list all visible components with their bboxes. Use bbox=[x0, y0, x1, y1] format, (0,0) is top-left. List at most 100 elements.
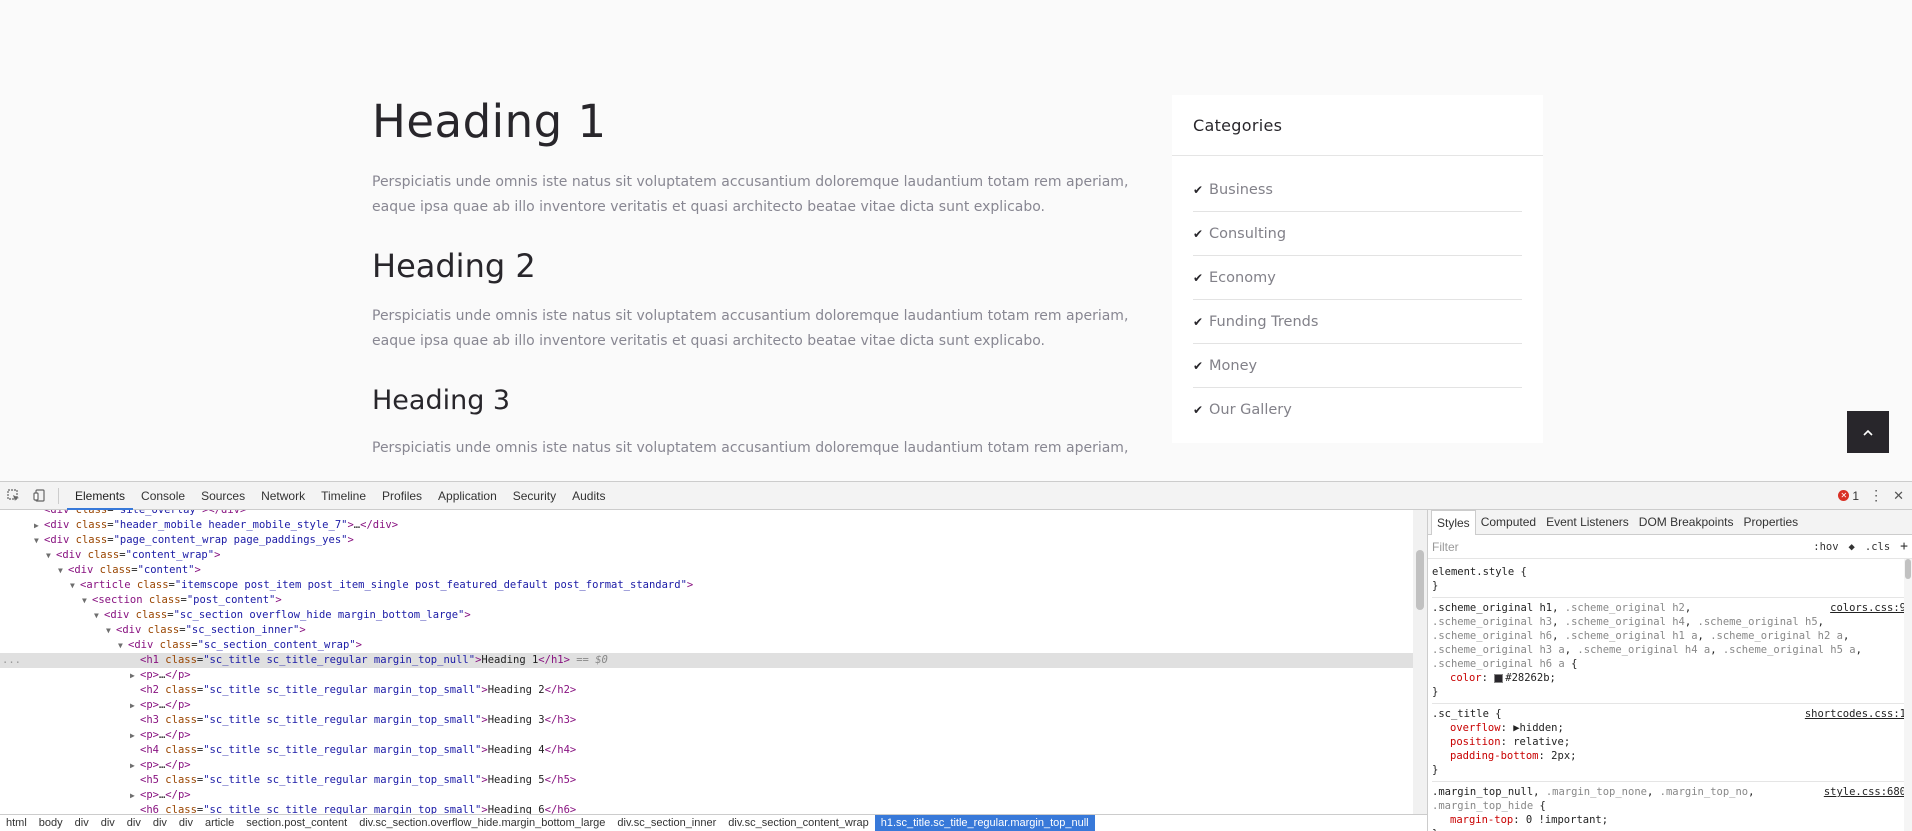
rule-source-link[interactable]: shortcodes.css:1 bbox=[1805, 707, 1906, 721]
breadcrumb-item[interactable]: div.sc_section_content_wrap bbox=[722, 815, 874, 831]
property-value[interactable]: 0 !important bbox=[1526, 814, 1602, 826]
breadcrumb-item[interactable]: h1.sc_title.sc_title_regular.margin_top_… bbox=[874, 815, 1095, 831]
add-rule-icon[interactable]: + bbox=[1900, 539, 1908, 554]
color-swatch[interactable] bbox=[1494, 673, 1504, 683]
scrollbar-thumb[interactable] bbox=[1416, 550, 1424, 610]
expanded-triangle-icon[interactable]: ▼ bbox=[106, 623, 116, 638]
close-devtools-icon[interactable]: ✕ bbox=[1893, 488, 1904, 504]
breadcrumb-item[interactable]: div bbox=[95, 815, 121, 831]
dom-node[interactable]: ▶ <p>…</p> bbox=[0, 788, 1413, 803]
expanded-triangle-icon[interactable]: ▼ bbox=[46, 548, 56, 563]
tab-timeline[interactable]: Timeline bbox=[313, 482, 374, 510]
hover-state-toggle[interactable]: :hov bbox=[1813, 541, 1838, 553]
pane-tab-styles[interactable]: Styles bbox=[1431, 510, 1476, 535]
breadcrumb-item[interactable]: article bbox=[199, 815, 240, 831]
expanded-triangle-icon[interactable]: ▼ bbox=[70, 578, 80, 593]
property-value[interactable]: ▶hidden bbox=[1513, 722, 1557, 734]
property-value[interactable]: #28262b bbox=[1505, 672, 1549, 684]
tab-security[interactable]: Security bbox=[505, 482, 564, 510]
category-item[interactable]: ✔ Funding Trends bbox=[1193, 300, 1522, 344]
collapsed-triangle-icon[interactable]: ▶ bbox=[34, 518, 44, 533]
dom-node[interactable]: ▼ <div class="sc_section_inner"> bbox=[0, 623, 1413, 638]
collapsed-triangle-icon[interactable]: ▶ bbox=[130, 758, 140, 773]
scroll-to-top-button[interactable] bbox=[1847, 411, 1889, 453]
scrollbar-thumb[interactable] bbox=[1905, 559, 1911, 579]
property-name[interactable]: overflow bbox=[1450, 722, 1501, 734]
more-options-icon[interactable]: ⋮ bbox=[1869, 487, 1883, 504]
category-link[interactable]: Economy bbox=[1209, 270, 1276, 286]
collapsed-triangle-icon[interactable]: ▶ bbox=[130, 728, 140, 743]
dom-node[interactable]: ... <h1 class="sc_title sc_title_regular … bbox=[0, 653, 1413, 668]
breadcrumb-item[interactable]: html bbox=[0, 815, 33, 831]
tab-elements[interactable]: Elements bbox=[67, 482, 134, 510]
inspect-element-icon[interactable] bbox=[0, 482, 26, 510]
dom-node[interactable]: ▼ <div class="content"> bbox=[0, 563, 1413, 578]
tab-sources[interactable]: Sources bbox=[193, 482, 253, 510]
pane-tab-event-listeners[interactable]: Event Listeners bbox=[1541, 510, 1634, 535]
tab-audits[interactable]: Audits bbox=[564, 482, 613, 510]
dom-node[interactable]: ▼ <div class="page_content_wrap page_padd… bbox=[0, 533, 1413, 548]
dom-node[interactable]: ▶ <p>…</p> bbox=[0, 728, 1413, 743]
category-link[interactable]: Our Gallery bbox=[1209, 402, 1292, 418]
dom-node[interactable]: ▼ <div class="content_wrap"> bbox=[0, 548, 1413, 563]
breadcrumb-item[interactable]: div bbox=[69, 815, 95, 831]
device-toolbar-icon[interactable] bbox=[26, 482, 52, 510]
category-link[interactable]: Money bbox=[1209, 358, 1257, 374]
pane-tab-properties[interactable]: Properties bbox=[1738, 510, 1803, 535]
property-value[interactable]: 2px bbox=[1551, 750, 1570, 762]
property-name[interactable]: color bbox=[1450, 672, 1482, 684]
error-counter[interactable]: ✕ 1 bbox=[1838, 489, 1859, 503]
breadcrumb-item[interactable]: div.sc_section.overflow_hide.margin_bott… bbox=[353, 815, 611, 831]
expanded-triangle-icon[interactable]: ▼ bbox=[118, 638, 128, 653]
css-property[interactable]: padding-bottom: 2px; bbox=[1432, 749, 1908, 763]
rule-source-link[interactable]: colors.css:9 bbox=[1830, 601, 1906, 615]
dom-node[interactable]: <h3 class="sc_title sc_title_regular mar… bbox=[0, 713, 1413, 728]
rendering-icon[interactable]: ◆ bbox=[1849, 541, 1855, 553]
breadcrumb-item[interactable]: div bbox=[173, 815, 199, 831]
dom-node[interactable]: <h4 class="sc_title sc_title_regular mar… bbox=[0, 743, 1413, 758]
breadcrumb-item[interactable]: div.sc_section_inner bbox=[611, 815, 722, 831]
styles-filter-input[interactable]: Filter bbox=[1432, 540, 1803, 554]
dom-node[interactable]: ▼ <article class="itemscope post_item pos… bbox=[0, 578, 1413, 593]
dom-node[interactable]: ▶ <p>…</p> bbox=[0, 758, 1413, 773]
rule-source-link[interactable]: style.css:680 bbox=[1824, 785, 1906, 799]
css-property[interactable]: overflow: ▶hidden; bbox=[1432, 721, 1908, 735]
dom-tree-scrollbar[interactable] bbox=[1413, 510, 1427, 831]
category-item[interactable]: ✔ Money bbox=[1193, 344, 1522, 388]
tab-network[interactable]: Network bbox=[253, 482, 313, 510]
category-link[interactable]: Consulting bbox=[1209, 226, 1286, 242]
tab-console[interactable]: Console bbox=[133, 482, 193, 510]
category-item[interactable]: ✔ Consulting bbox=[1193, 212, 1522, 256]
category-link[interactable]: Funding Trends bbox=[1209, 314, 1318, 330]
collapsed-triangle-icon[interactable]: ▶ bbox=[130, 788, 140, 803]
class-toggle[interactable]: .cls bbox=[1865, 541, 1890, 553]
dom-node[interactable]: ▼ <div class="sc_section overflow_hide ma… bbox=[0, 608, 1413, 623]
category-link[interactable]: Business bbox=[1209, 182, 1273, 198]
tab-application[interactable]: Application bbox=[430, 482, 505, 510]
collapsed-triangle-icon[interactable]: ▶ bbox=[130, 698, 140, 713]
dom-node[interactable]: <h5 class="sc_title sc_title_regular mar… bbox=[0, 773, 1413, 788]
rule-selector[interactable]: element.style { bbox=[1432, 565, 1908, 579]
property-name[interactable]: position bbox=[1450, 736, 1501, 748]
dom-node[interactable]: <h2 class="sc_title sc_title_regular mar… bbox=[0, 683, 1413, 698]
css-property[interactable]: color: #28262b; bbox=[1432, 671, 1908, 685]
dom-node[interactable]: ▶ <p>…</p> bbox=[0, 698, 1413, 713]
breadcrumb-item[interactable]: body bbox=[33, 815, 69, 831]
expanded-triangle-icon[interactable]: ▼ bbox=[34, 533, 44, 548]
category-item[interactable]: ✔ Our Gallery bbox=[1193, 388, 1522, 432]
dom-node[interactable]: ▶ <p>…</p> bbox=[0, 668, 1413, 683]
node-actions-icon[interactable]: ... bbox=[2, 653, 21, 668]
breadcrumb-item[interactable]: section.post_content bbox=[240, 815, 353, 831]
dom-node[interactable]: ▼ <section class="post_content"> bbox=[0, 593, 1413, 608]
property-name[interactable]: margin-top bbox=[1450, 814, 1513, 826]
pane-tab-dom-breakpoints[interactable]: DOM Breakpoints bbox=[1634, 510, 1739, 535]
category-item[interactable]: ✔ Business bbox=[1193, 168, 1522, 212]
breadcrumb-item[interactable]: div bbox=[147, 815, 173, 831]
dom-node[interactable]: ▶ <div class="header_mobile header_mobile… bbox=[0, 518, 1413, 533]
css-property[interactable]: margin-top: 0 !important; bbox=[1432, 813, 1908, 827]
breadcrumb-item[interactable]: div bbox=[121, 815, 147, 831]
pane-tab-computed[interactable]: Computed bbox=[1476, 510, 1541, 535]
css-property[interactable]: position: relative; bbox=[1432, 735, 1908, 749]
styles-scrollbar[interactable] bbox=[1904, 559, 1912, 831]
expanded-triangle-icon[interactable]: ▼ bbox=[58, 563, 68, 578]
